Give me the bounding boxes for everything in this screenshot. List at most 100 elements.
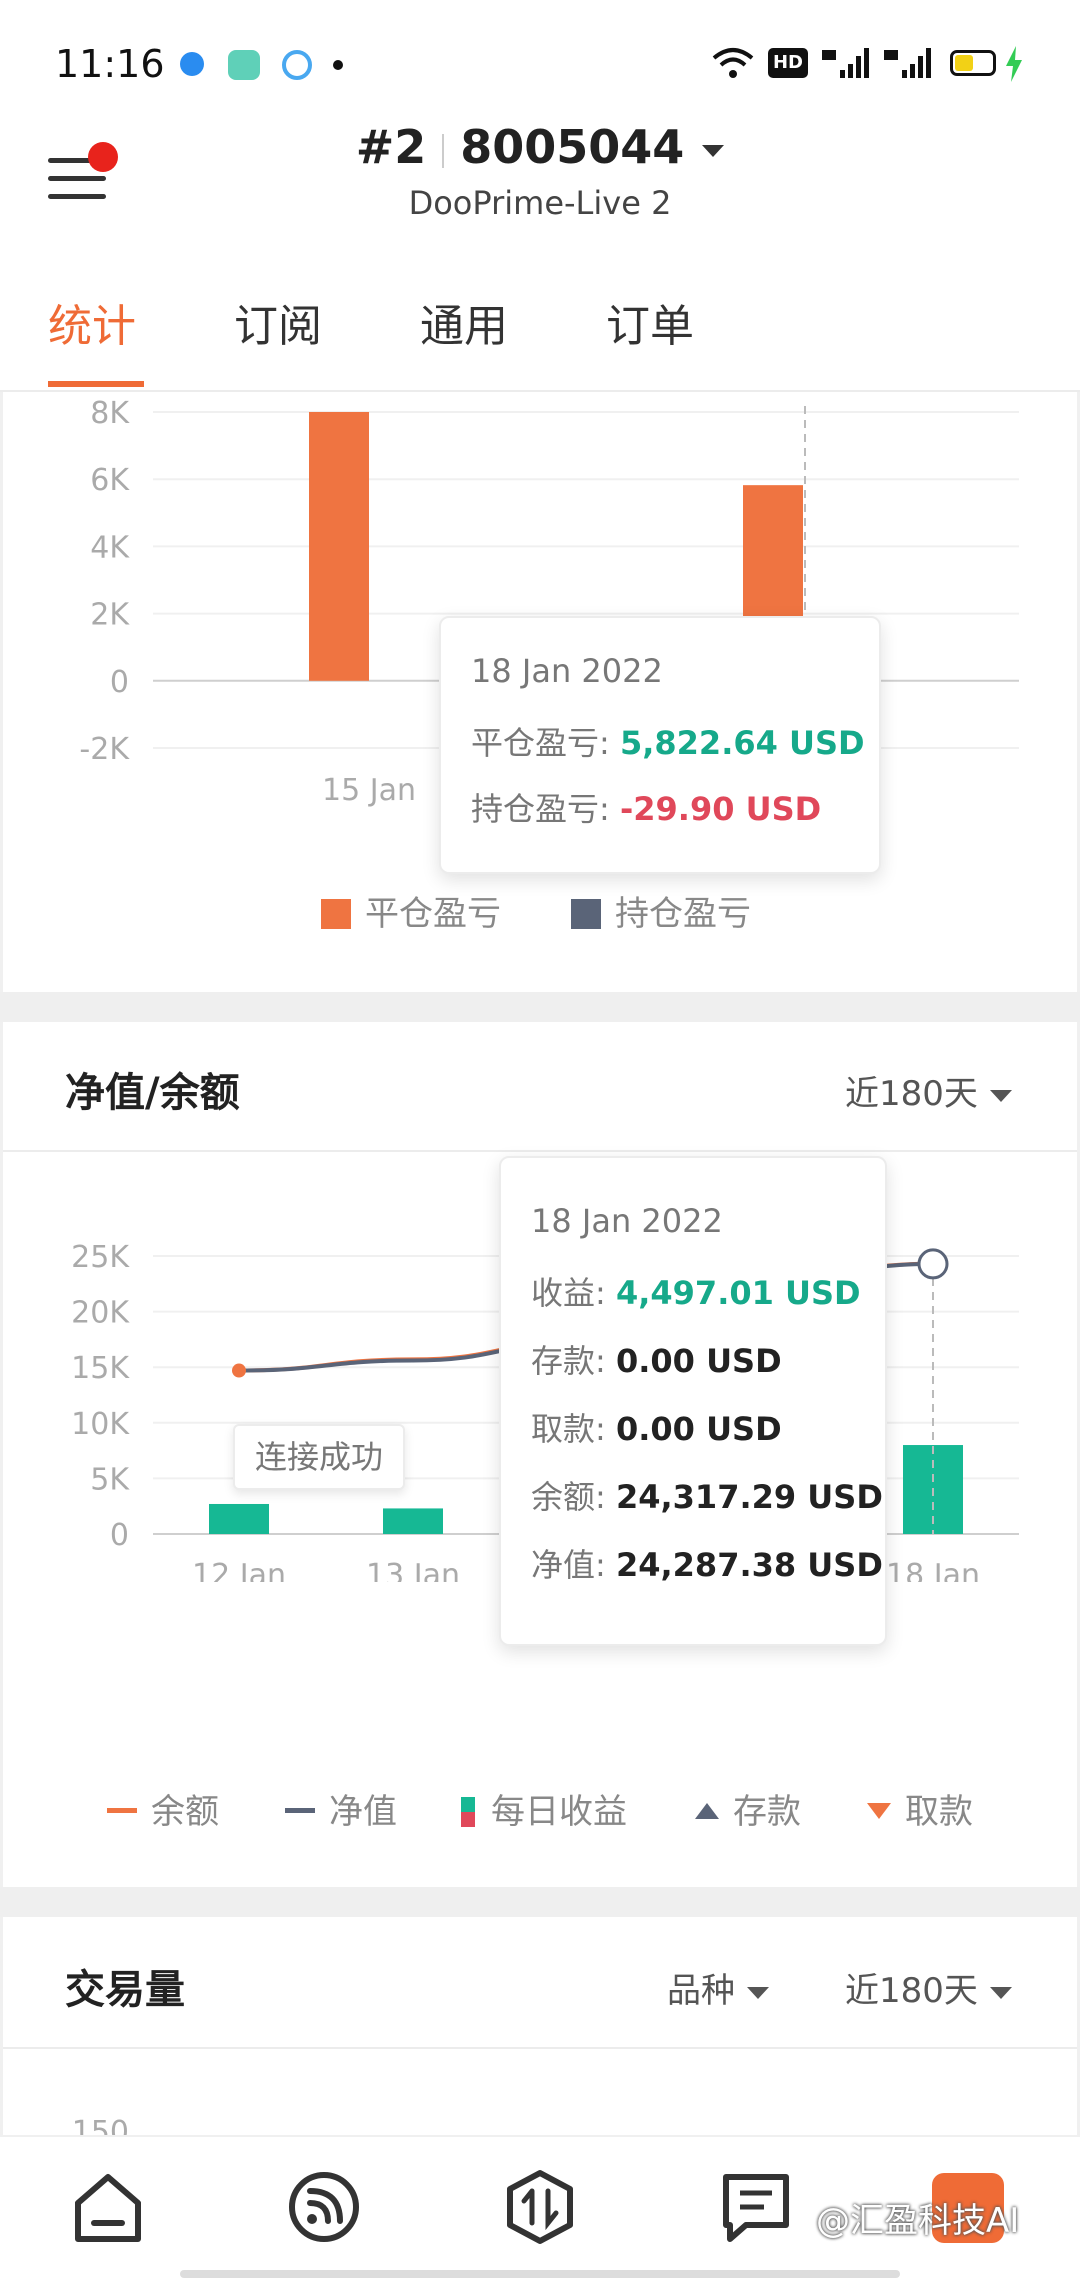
legend-deposit[interactable]: 存款 [695, 1784, 801, 1833]
legend-label: 余额 [151, 1792, 219, 1832]
trade-icon[interactable] [500, 2167, 580, 2247]
charging-icon [1006, 46, 1022, 82]
balance-point [232, 1363, 246, 1378]
tooltip-value: 0.00 USD [615, 1342, 782, 1380]
x-tick-label: 12 Jan [192, 1558, 286, 1582]
tab-subscription[interactable]: 订阅 [234, 290, 322, 354]
tab-bar: 统计 订阅 通用 订单 [0, 240, 1080, 392]
y-tick-label: 5K [90, 1462, 130, 1497]
tooltip-value: 5,822.64 USD [619, 724, 865, 762]
section-header-divider [3, 2047, 1077, 2049]
pnl-chart-section: 8K 6K 4K 2K 0 -2K 15 Jan 18 Jan 2022 平仓盈亏: 5,8… [0, 392, 1080, 992]
tooltip-label: 持仓盈亏: [471, 790, 610, 828]
app-notification-icon [180, 52, 204, 76]
account-server: DooPrime-Live 2 [408, 184, 672, 222]
y-tick-label: 2K [90, 598, 130, 633]
legend-open-pnl[interactable]: 持仓盈亏 [571, 886, 751, 935]
y-tick-label: 6K [90, 463, 130, 498]
home-icon[interactable] [68, 2167, 148, 2247]
orders-icon[interactable] [716, 2167, 796, 2247]
wifi-icon [712, 48, 754, 78]
tooltip-value: 24,317.29 USD [615, 1478, 883, 1516]
y-tick-label: 4K [90, 530, 130, 565]
tab-general[interactable]: 通用 [420, 290, 508, 354]
tooltip-label: 取款: [531, 1410, 606, 1448]
y-tick-label: 25K [71, 1240, 130, 1275]
bottom-navigation: @汇盈科技AI [0, 2135, 1080, 2282]
account-title: #2 8005044 [0, 120, 1080, 174]
legend-closed-pnl[interactable]: 平仓盈亏 [321, 886, 501, 935]
period-label: 近180天 [845, 1971, 978, 2011]
tab-statistics[interactable]: 统计 [48, 290, 136, 354]
tooltip-label: 余额: [531, 1478, 606, 1516]
equity-balance-section: 净值/余额 近180天 25K 20K 15K 10K 5K 0 12 Jan 13 Jan 1… [0, 1022, 1080, 1887]
active-tab-indicator [48, 381, 144, 387]
tab-orders[interactable]: 订单 [606, 290, 694, 354]
legend-label: 取款 [905, 1792, 973, 1832]
legend-swatch [321, 899, 351, 929]
legend-balance[interactable]: 余额 [107, 1784, 219, 1833]
legend-daily-profit[interactable]: 每日收益 [461, 1784, 627, 1833]
section-title: 交易量 [65, 1967, 185, 2013]
legend-label: 平仓盈亏 [365, 894, 501, 934]
triangle-down-icon [867, 1803, 891, 1819]
chevron-down-icon [702, 144, 725, 157]
tooltip-label: 收益: [531, 1274, 606, 1312]
x-tick-label: 15 Jan [322, 773, 416, 808]
trading-volume-section: 交易量 品种 近180天 150 [0, 1917, 1080, 2150]
signal-icon [822, 48, 869, 78]
section-divider [0, 1887, 1080, 1917]
pnl-tooltip: 18 Jan 2022 平仓盈亏: 5,822.64 USD 持仓盈亏: -29… [439, 616, 881, 874]
tooltip-value: 0.00 USD [615, 1410, 782, 1448]
tooltip-value: -29.90 USD [619, 790, 822, 828]
hd-icon: HD [768, 48, 808, 78]
status-bar: 11:16 HD [0, 0, 1080, 120]
legend-label: 每日收益 [491, 1792, 627, 1832]
y-tick-label: 20K [71, 1296, 130, 1331]
tooltip-label: 净值: [531, 1546, 606, 1584]
tooltip-row: 存款: 0.00 USD [531, 1336, 782, 1382]
tooltip-row: 净值: 24,287.38 USD [531, 1540, 883, 1586]
legend-swatch [571, 899, 601, 929]
y-tick-label: 15K [71, 1351, 130, 1386]
tooltip-row: 取款: 0.00 USD [531, 1404, 782, 1450]
equity-tooltip: 18 Jan 2022 收益: 4,497.01 USD 存款: 0.00 US… [499, 1156, 887, 1646]
battery-icon [950, 50, 996, 76]
legend-equity[interactable]: 净值 [285, 1784, 397, 1833]
chevron-down-icon [989, 1089, 1012, 1102]
tooltip-label: 平仓盈亏: [471, 724, 610, 762]
account-prefix: #2 [355, 120, 427, 174]
gesture-bar [180, 2270, 900, 2278]
legend-label: 净值 [329, 1792, 397, 1832]
tooltip-row: 收益: 4,497.01 USD [531, 1268, 861, 1314]
x-tick-label: 13 Jan [366, 1558, 460, 1582]
symbol-label: 品种 [667, 1971, 735, 2011]
watermark: @汇盈科技AI [816, 2201, 1020, 2241]
legend-line-swatch [107, 1808, 137, 1813]
legend-line-swatch [285, 1808, 315, 1813]
more-notifications-icon [333, 60, 343, 70]
legend-swatch [461, 1797, 475, 1827]
bar-closed-pnl [309, 412, 369, 681]
legend-label: 持仓盈亏 [615, 894, 751, 934]
tooltip-date: 18 Jan 2022 [471, 652, 663, 690]
y-tick-label: 0 [110, 665, 129, 700]
triangle-up-icon [695, 1803, 719, 1819]
account-number: 8005044 [460, 120, 685, 174]
app-notification-icon [228, 50, 260, 80]
signal-icon [884, 48, 931, 78]
app-notification-icon [282, 50, 312, 80]
signal-feed-icon[interactable] [284, 2167, 364, 2247]
period-dropdown[interactable]: 近180天 [845, 1963, 1012, 2012]
chevron-down-icon [989, 1986, 1012, 1999]
tooltip-row: 平仓盈亏: 5,822.64 USD [471, 718, 865, 764]
app-header: #2 8005044 DooPrime-Live 2 [0, 120, 1080, 240]
tooltip-row: 持仓盈亏: -29.90 USD [471, 784, 821, 830]
period-dropdown[interactable]: 近180天 [845, 1066, 1012, 1115]
legend-withdraw[interactable]: 取款 [867, 1784, 973, 1833]
status-time: 11:16 [55, 42, 165, 86]
symbol-dropdown[interactable]: 品种 [667, 1963, 769, 2012]
bar-daily-profit [383, 1508, 443, 1534]
y-tick-label: 8K [90, 396, 130, 431]
legend-label: 存款 [733, 1792, 801, 1832]
